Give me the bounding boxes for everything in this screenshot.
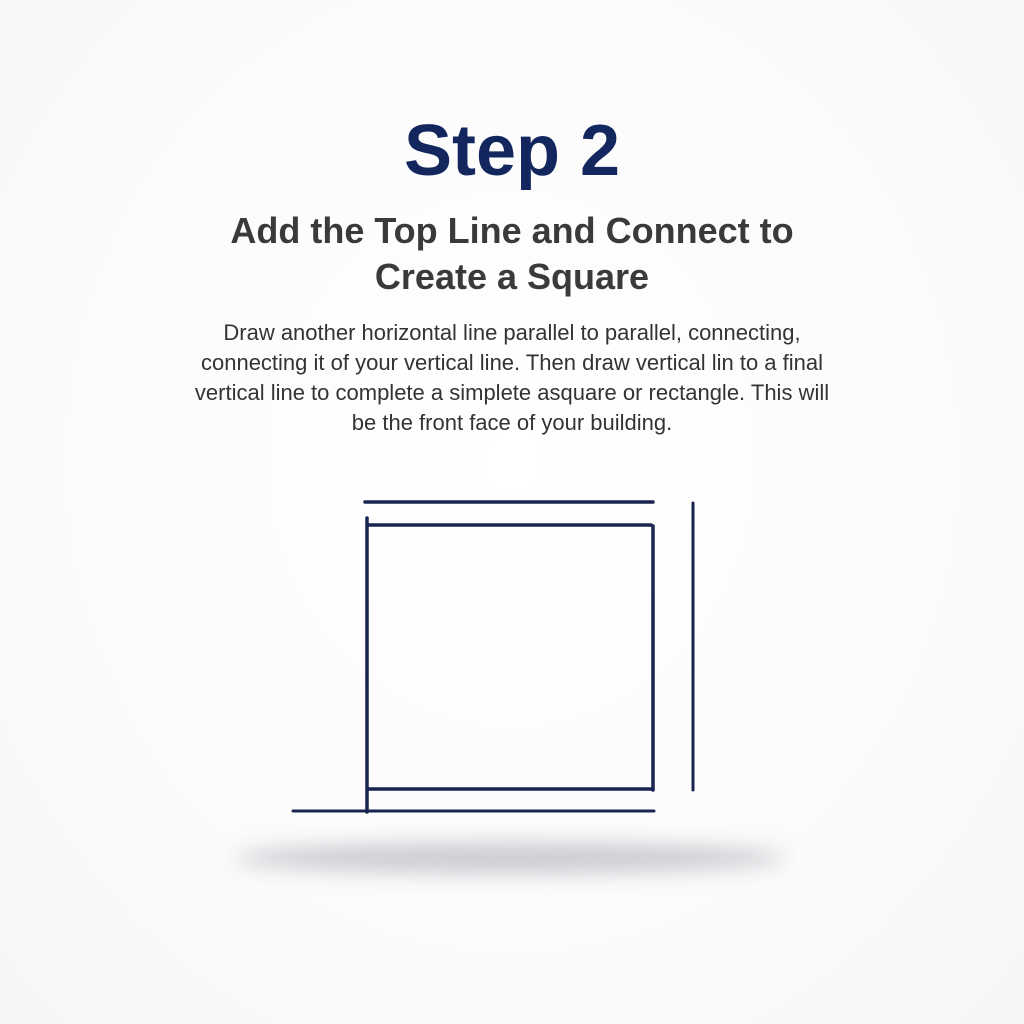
square-sketch bbox=[235, 500, 785, 874]
drop-shadow bbox=[235, 842, 785, 874]
